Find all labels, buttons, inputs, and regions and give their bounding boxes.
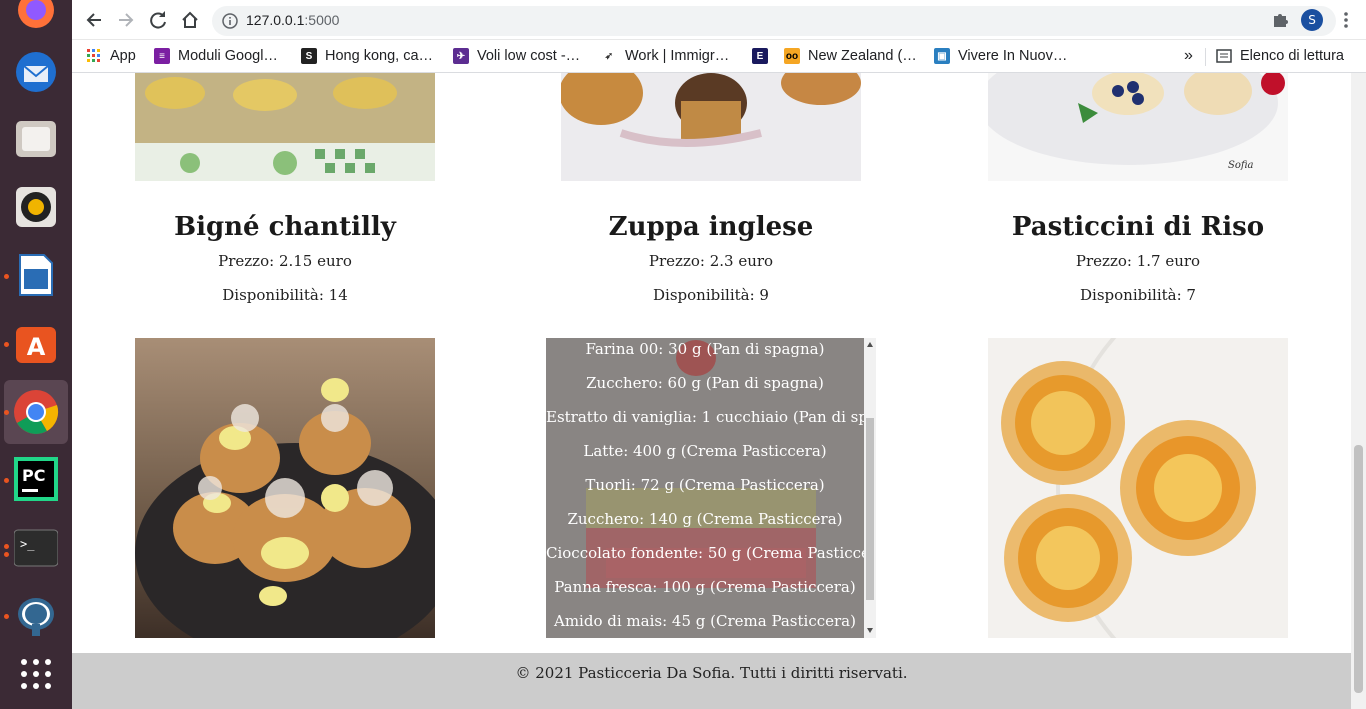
thunderbird-icon[interactable] — [12, 48, 60, 96]
ingredient-item: Panna fresca: 100 g (Crema Pasticcera) — [554, 578, 856, 596]
bookmark-label: Elenco di lettura — [1240, 48, 1344, 64]
rhythmbox-icon[interactable] — [12, 183, 60, 231]
ingredient-item: Estratto di vaniglia: 1 cucchiaio (Pan d… — [546, 408, 876, 426]
reload-icon[interactable] — [146, 8, 170, 32]
footer-copyright: © 2021 Pasticceria Da Sofia. Tutti i dir… — [515, 664, 908, 682]
product-availability: Disponibilità: 14 — [222, 286, 348, 304]
product-availability: Disponibilità: 9 — [653, 286, 769, 304]
browser-toolbar: 127.0.0.1:5000 S — [72, 0, 1366, 40]
pasticcini-di-riso-image[interactable] — [988, 338, 1288, 638]
bookmark-label: Work | Immigr… — [625, 48, 730, 64]
ingredients-scrollbar[interactable] — [864, 338, 876, 638]
bookmark-label: Hong kong, ca… — [325, 48, 434, 64]
reading-list-icon — [1216, 48, 1232, 64]
show-apps-grid-icon[interactable] — [12, 650, 60, 698]
product-title: Pasticcini di Riso — [1011, 212, 1265, 242]
svg-text:>_: >_ — [20, 537, 35, 551]
bookmark-label: Moduli Googl… — [178, 48, 278, 64]
ingredient-item: Zucchero: 60 g (Pan di spagna) — [586, 374, 824, 392]
chrome-icon[interactable] — [12, 388, 60, 436]
image-icon: ▣ — [934, 48, 950, 64]
info-icon[interactable] — [222, 13, 238, 33]
scroll-down-arrow-icon[interactable] — [867, 628, 873, 633]
bookmark-item[interactable]: E — [752, 46, 776, 66]
more-bookmarks-button[interactable]: » — [1184, 46, 1193, 66]
ubuntu-dock: A PC >_ — [0, 0, 72, 709]
url-text: 127.0.0.1:5000 — [246, 12, 340, 28]
files-icon[interactable] — [12, 115, 60, 163]
ingredient-item: Latte: 400 g (Crema Pasticcera) — [583, 442, 827, 460]
svg-text:PC: PC — [22, 466, 45, 485]
software-center-icon[interactable]: A — [12, 319, 60, 367]
pgadmin-elephant-icon[interactable] — [12, 592, 60, 640]
profile-avatar[interactable]: S — [1301, 9, 1323, 31]
e-icon: E — [752, 48, 768, 64]
page-scrollbar[interactable] — [1351, 73, 1366, 709]
ingredient-item: Tuorli: 72 g (Crema Pasticcera) — [585, 476, 825, 494]
forward-arrow-icon[interactable] — [114, 8, 138, 32]
bookmark-item[interactable]: oo New Zealand (… — [784, 46, 917, 66]
owl-icon: oo — [784, 48, 800, 64]
bookmark-item[interactable]: ➶ Work | Immigr… — [601, 46, 729, 66]
terminal-icon[interactable]: >_ — [12, 524, 60, 572]
ingredient-item: Amido di mais: 45 g (Crema Pasticcera) — [554, 612, 856, 630]
apps-grid-icon — [86, 48, 102, 64]
ingredients-list: Farina 00: 30 g (Pan di spagna) Zucchero… — [546, 338, 876, 638]
page-scrollbar-thumb[interactable] — [1354, 445, 1363, 693]
bookmark-label: New Zealand (… — [808, 48, 917, 64]
flight-icon: ✈ — [453, 48, 469, 64]
product-image-top-1 — [135, 73, 435, 181]
footer: © 2021 Pasticceria Da Sofia. Tutti i dir… — [72, 653, 1351, 709]
bookmarks-bar: App ≡ Moduli Googl… S Hong kong, ca… ✈ V… — [72, 40, 1366, 73]
product-price: Prezzo: 1.7 euro — [1075, 252, 1201, 270]
ingredient-item: Zucchero: 140 g (Crema Pasticcera) — [567, 510, 843, 528]
bookmark-apps[interactable]: App — [86, 46, 136, 66]
bookmark-label: App — [110, 48, 136, 64]
reading-list-button[interactable]: Elenco di lettura — [1216, 46, 1344, 66]
bookmark-label: Vivere In Nuov… — [958, 48, 1068, 64]
page-content: Sofia Bigné chantilly Prezzo: 2.15 euro … — [72, 73, 1351, 709]
ingredients-scroll-box[interactable]: Farina 00: 30 g (Pan di spagna) Zucchero… — [546, 338, 876, 638]
product-title: Zuppa inglese — [608, 212, 814, 242]
home-icon[interactable] — [178, 8, 202, 32]
bookmark-item[interactable]: ▣ Vivere In Nuov… — [934, 46, 1067, 66]
bookmark-item[interactable]: ✈ Voli low cost -… — [453, 46, 580, 66]
firefox-icon[interactable] — [12, 0, 60, 34]
bird-icon: ➶ — [604, 50, 614, 62]
product-availability: Disponibilità: 7 — [1080, 286, 1196, 304]
ingredient-item: Cioccolato fondente: 50 g (Crema Pasticc… — [546, 544, 876, 562]
writer-icon[interactable] — [12, 251, 60, 299]
scroll-up-arrow-icon[interactable] — [867, 342, 873, 347]
s-icon: S — [301, 48, 317, 64]
svg-text:Sofia: Sofia — [1228, 160, 1254, 171]
extensions-puzzle-icon[interactable] — [1268, 8, 1292, 32]
bookmarks-divider — [1205, 48, 1206, 66]
bookmark-item[interactable]: S Hong kong, ca… — [301, 46, 433, 66]
scrollbar-thumb[interactable] — [866, 418, 874, 600]
product-price: Prezzo: 2.3 euro — [648, 252, 774, 270]
product-image-top-3: Sofia — [988, 73, 1288, 181]
pycharm-icon[interactable]: PC — [12, 455, 60, 503]
product-title: Bigné chantilly — [174, 212, 396, 242]
bookmark-item[interactable]: ≡ Moduli Googl… — [154, 46, 278, 66]
back-arrow-icon[interactable] — [82, 8, 106, 32]
bookmark-label: Voli low cost -… — [477, 48, 581, 64]
svg-text:A: A — [27, 333, 46, 361]
forms-icon: ≡ — [154, 48, 170, 64]
product-image-top-2 — [561, 73, 861, 181]
bigne-chantilly-image[interactable] — [135, 338, 435, 638]
address-bar[interactable]: 127.0.0.1:5000 — [212, 6, 1336, 36]
menu-kebab-icon[interactable] — [1334, 8, 1358, 32]
ingredient-item: Farina 00: 30 g (Pan di spagna) — [585, 340, 825, 358]
product-price: Prezzo: 2.15 euro — [218, 252, 352, 270]
